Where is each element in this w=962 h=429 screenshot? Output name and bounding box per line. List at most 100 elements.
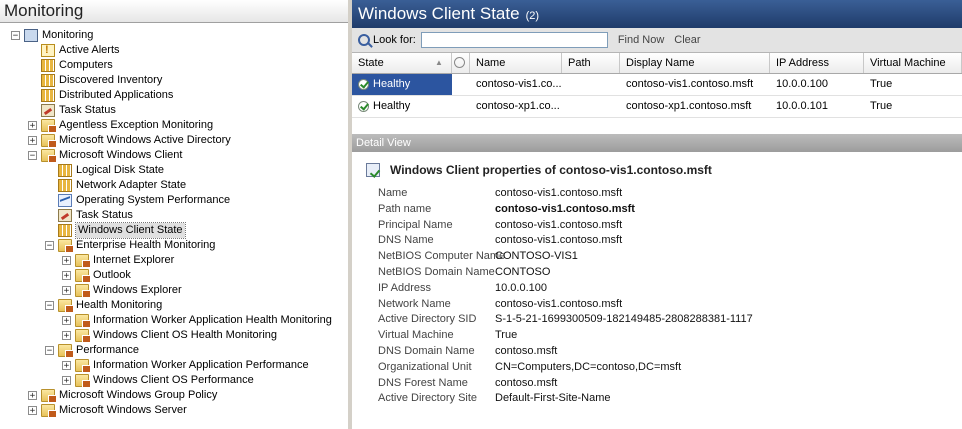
detail-view-header: Detail View [352, 134, 962, 152]
cell-state: Healthy [352, 96, 452, 117]
folder-icon [41, 119, 57, 133]
tree-item[interactable]: Windows Client State [45, 222, 186, 239]
tree-item[interactable]: − Enterprise Health Monitoring [45, 238, 215, 253]
expand-icon[interactable]: + [62, 376, 71, 386]
expand-icon[interactable]: + [62, 286, 71, 296]
tree-item[interactable]: + Information Worker Application Health M… [62, 313, 332, 328]
tree-item[interactable]: − Microsoft Windows Client [28, 148, 182, 163]
tree-item[interactable]: Active Alerts [28, 43, 120, 58]
property-name: Name [378, 187, 408, 199]
column-header-virtual-machine[interactable]: Virtual Machine [864, 53, 962, 73]
property-row: NetBIOS Computer Name CONTOSO-VIS1 [378, 249, 938, 264]
tree-item[interactable]: Distributed Applications [28, 88, 173, 103]
tree-item-label: Network Adapter State [76, 179, 187, 191]
tree-item-label: Outlook [93, 269, 131, 281]
expand-icon[interactable]: + [28, 136, 37, 146]
tree-item[interactable]: + Microsoft Windows Group Policy [28, 388, 217, 403]
expand-icon[interactable]: + [62, 256, 71, 266]
folder-icon [75, 329, 91, 343]
tree-item-label: Windows Client OS Health Monitoring [93, 329, 278, 341]
tree-item-label: Agentless Exception Monitoring [59, 119, 214, 131]
tree-item-label: Information Worker Application Performan… [93, 359, 309, 371]
folder-icon [41, 134, 57, 148]
collapse-icon[interactable]: − [11, 31, 20, 41]
clear-button[interactable]: Clear [674, 34, 700, 46]
find-now-button[interactable]: Find Now [618, 34, 664, 46]
tree-item[interactable]: Operating System Performance [45, 193, 230, 208]
search-input[interactable] [420, 32, 608, 48]
property-name: DNS Name [378, 234, 434, 247]
sort-ascending-icon: ▲ [435, 58, 443, 67]
property-row: Active Directory SID S-1-5-21-1699300509-… [378, 312, 938, 327]
property-row: Organizational Unit CN=Computers,DC=conto… [378, 360, 938, 375]
property-value: CONTOSO-VIS1 [495, 250, 578, 263]
table-row[interactable]: Healthy contoso-vis1.co... contoso-vis1.co… [352, 74, 962, 96]
tree-item[interactable]: Task Status [45, 208, 133, 223]
cell-path [562, 96, 620, 117]
column-header-display-name[interactable]: Display Name [620, 53, 770, 73]
collapse-icon[interactable]: − [45, 241, 54, 251]
column-header-name[interactable]: Name [470, 53, 562, 73]
property-name: Network Name [378, 297, 451, 310]
tree-item[interactable]: − Monitoring [11, 28, 93, 43]
look-for-label: Look for: [358, 34, 416, 46]
folder-icon [75, 314, 91, 328]
property-row: Name contoso-vis1.contoso.msft [378, 186, 938, 201]
healthy-icon [358, 101, 369, 112]
tree-item[interactable]: Task Status [28, 103, 116, 118]
folder-icon [75, 359, 91, 373]
collapse-icon[interactable]: − [45, 301, 54, 311]
tree-item[interactable]: − Health Monitoring [45, 298, 162, 313]
cell-display-name: contoso-vis1.contoso.msft [626, 78, 754, 90]
expand-icon[interactable]: + [62, 361, 71, 371]
property-name: DNS Forest Name [378, 376, 468, 389]
perf-icon [58, 194, 72, 207]
property-name: DNS Domain Name [378, 345, 475, 357]
collapse-icon[interactable]: − [28, 151, 37, 161]
table-row[interactable]: Healthy contoso-xp1.co... contoso-xp1.cont… [352, 96, 962, 118]
cell-display-name: contoso-xp1.contoso.msft [626, 100, 752, 112]
property-value: contoso-vis1.contoso.msft [495, 297, 623, 310]
tree-item[interactable]: + Microsoft Windows Server [28, 403, 187, 418]
tree-item-label: Enterprise Health Monitoring [76, 239, 216, 251]
tree-item-label: Microsoft Windows Group Policy [59, 389, 218, 401]
tree-item[interactable]: + Windows Client OS Health Monitoring [62, 328, 277, 343]
alert-icon [41, 43, 55, 58]
grid-icon [58, 179, 72, 192]
cell-name: contoso-vis1.co... [476, 78, 562, 90]
folder-icon [58, 239, 74, 253]
tree-item[interactable]: Network Adapter State [45, 178, 186, 193]
tree-item[interactable]: + Agentless Exception Monitoring [28, 118, 213, 133]
tree-item[interactable]: − Performance [45, 343, 139, 358]
cell-path [562, 74, 620, 95]
expand-icon[interactable]: + [62, 271, 71, 281]
tree-item[interactable]: Logical Disk State [45, 163, 164, 178]
expand-icon[interactable]: + [62, 316, 71, 326]
healthy-icon [358, 79, 369, 90]
tree-item[interactable]: + Microsoft Windows Active Directory [28, 133, 231, 148]
tree-item-label: Information Worker Application Health Mo… [93, 314, 332, 326]
tree-item[interactable]: + Internet Explorer [62, 253, 174, 268]
tree-item[interactable]: Discovered Inventory [28, 73, 162, 88]
tree-item[interactable]: + Information Worker Application Performa… [62, 358, 309, 373]
tree-item[interactable]: Computers [28, 58, 113, 73]
column-header-state[interactable]: State ▲ [352, 53, 452, 73]
column-header-ip-address[interactable]: IP Address [770, 53, 864, 73]
column-header-path[interactable]: Path [562, 53, 620, 73]
property-row: Path name contoso-vis1.contoso.msft [378, 202, 938, 217]
tree-item-label: Active Alerts [59, 44, 120, 56]
tree-item[interactable]: + Outlook [62, 268, 131, 283]
property-row: DNS Domain Name contoso.msft [378, 344, 938, 359]
expand-icon[interactable]: + [28, 391, 37, 401]
tree-item[interactable]: + Windows Client OS Performance [62, 373, 254, 388]
expand-icon[interactable]: + [28, 406, 37, 416]
expand-icon[interactable]: + [28, 121, 37, 131]
column-header-maintenance[interactable] [452, 53, 470, 73]
results-grid: State ▲ Name Path Display Name IP Addres… [352, 53, 962, 118]
tree-item[interactable]: + Windows Explorer [62, 283, 182, 298]
expand-icon[interactable]: + [62, 331, 71, 341]
collapse-icon[interactable]: − [45, 346, 54, 356]
cell-name: contoso-xp1.co... [476, 100, 560, 112]
tree-item-label: Task Status [59, 104, 116, 116]
tree-item-label: Monitoring [42, 29, 94, 41]
